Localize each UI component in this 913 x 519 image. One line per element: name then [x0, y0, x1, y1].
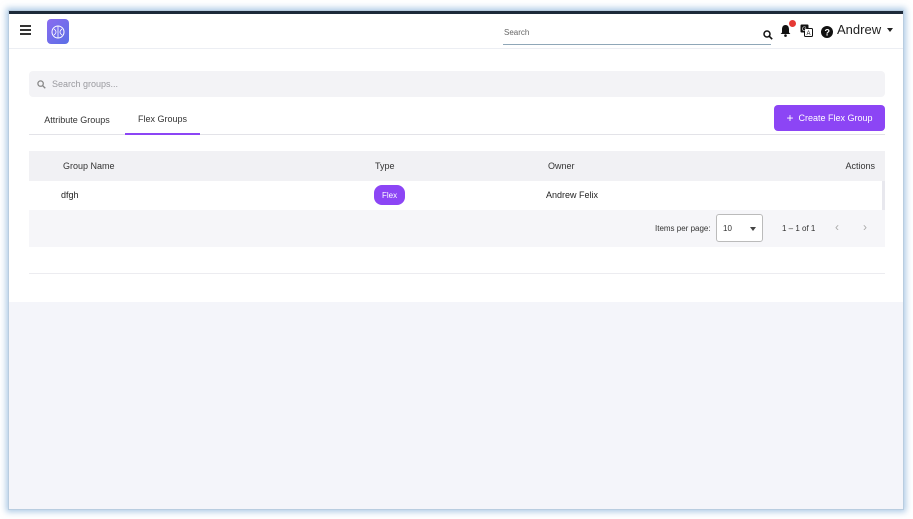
items-per-page-value: 10 [723, 224, 732, 233]
top-bar: GA ? Andrew [9, 11, 903, 49]
items-per-page-select[interactable]: 10 [716, 214, 763, 242]
section-divider [29, 273, 885, 274]
table-header: Group Name Type Owner Actions [29, 151, 885, 181]
group-search-input[interactable] [52, 79, 552, 89]
page-range-label: 1 – 1 of 1 [782, 224, 816, 233]
translate-icon[interactable]: GA [800, 24, 813, 42]
global-search[interactable] [503, 21, 773, 45]
global-search-input[interactable] [503, 21, 771, 44]
type-badge: Flex [374, 185, 406, 205]
search-icon[interactable] [763, 27, 773, 45]
previous-page-icon[interactable]: ‹ [835, 220, 839, 234]
bell-icon[interactable] [780, 24, 791, 42]
plus-icon: + [786, 111, 794, 125]
paginator: Items per page: 10 1 – 1 of 1 ‹ › [29, 210, 885, 247]
svg-text:?: ? [825, 28, 831, 38]
column-header-actions: Actions [845, 161, 875, 171]
brain-logo[interactable] [47, 19, 69, 44]
main-content: Attribute Groups Flex Groups + Create Fl… [9, 49, 903, 302]
items-per-page-label: Items per page: [655, 224, 711, 233]
cell-group-name: dfgh [61, 190, 79, 200]
app-window: GA ? Andrew Attribute Groups Flex Groups… [8, 10, 904, 510]
groups-table: Group Name Type Owner Actions dfgh Flex … [29, 151, 885, 247]
column-header-group-name[interactable]: Group Name [63, 161, 115, 171]
user-name: Andrew [837, 22, 882, 37]
group-tabs: Attribute Groups Flex Groups [29, 104, 885, 135]
search-icon [37, 79, 46, 89]
table-row[interactable]: dfgh Flex Andrew Felix [29, 181, 885, 210]
menu-icon[interactable] [20, 25, 31, 35]
dropdown-arrow-icon [750, 227, 756, 231]
help-icon[interactable]: ? [821, 25, 833, 43]
cell-owner: Andrew Felix [546, 190, 599, 200]
notification-badge [789, 20, 796, 27]
caret-down-icon [887, 27, 894, 32]
tab-flex-groups[interactable]: Flex Groups [125, 104, 200, 135]
tab-attribute-groups[interactable]: Attribute Groups [29, 104, 125, 135]
group-search-bar[interactable] [29, 71, 885, 97]
create-flex-group-button[interactable]: + Create Flex Group [774, 105, 885, 131]
column-header-owner[interactable]: Owner [548, 161, 575, 171]
user-menu[interactable]: Andrew [837, 22, 894, 37]
column-header-type[interactable]: Type [375, 161, 395, 171]
next-page-icon[interactable]: › [863, 220, 867, 234]
svg-text:A: A [807, 31, 811, 37]
create-button-label: Create Flex Group [798, 113, 873, 123]
